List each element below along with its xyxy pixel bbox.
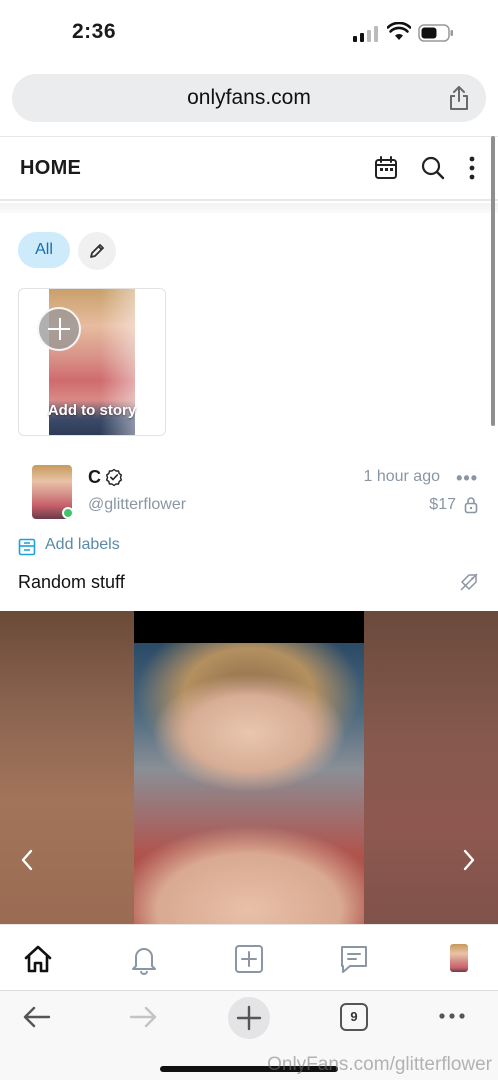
- more-vertical-icon[interactable]: [460, 155, 486, 181]
- post-text: Random stuff: [18, 572, 125, 592]
- scrollbar[interactable]: [491, 136, 495, 426]
- profile-avatar-tab[interactable]: [450, 944, 468, 972]
- page-title: HOME: [20, 157, 82, 179]
- author-handle[interactable]: @glitterflower: [88, 496, 186, 514]
- new-tab-button[interactable]: [228, 997, 270, 1039]
- status-bar: 2:36: [0, 0, 498, 66]
- app-header: HOME: [0, 136, 498, 200]
- plus-icon[interactable]: [37, 307, 81, 351]
- tag-off-icon[interactable]: [460, 573, 478, 591]
- back-arrow-icon[interactable]: [22, 1005, 52, 1029]
- home-icon[interactable]: [22, 943, 54, 975]
- chevron-left-icon[interactable]: [20, 849, 34, 871]
- media-blur-left: [0, 611, 134, 924]
- address-bar[interactable]: onlyfans.com: [12, 74, 486, 122]
- online-status-dot: [62, 507, 74, 519]
- post-more-icon[interactable]: •••: [456, 468, 478, 489]
- share-icon[interactable]: [448, 85, 470, 111]
- watermark: OnlyFans.com/glitterflower: [267, 1054, 492, 1075]
- app-tab-bar: [0, 924, 498, 990]
- label-box-icon: [18, 538, 36, 556]
- media-blur-right: [364, 611, 498, 924]
- add-post-icon[interactable]: [233, 943, 265, 975]
- edit-filters-button[interactable]: [78, 232, 116, 270]
- add-story-card[interactable]: Add to story: [18, 288, 166, 436]
- post-media[interactable]: [0, 611, 498, 924]
- filter-all-chip[interactable]: All: [18, 232, 70, 268]
- signal-icon: [353, 26, 378, 42]
- bell-icon[interactable]: [128, 943, 160, 975]
- verified-icon: [106, 468, 122, 486]
- forward-arrow-icon[interactable]: [128, 1005, 158, 1029]
- more-horizontal-icon[interactable]: [438, 1011, 468, 1021]
- lock-icon: [464, 497, 478, 514]
- add-story-label: Add to story: [47, 402, 137, 419]
- messages-icon[interactable]: [338, 943, 370, 975]
- calendar-icon[interactable]: [373, 155, 399, 181]
- post-price: $17: [429, 496, 456, 513]
- add-labels-text[interactable]: Add labels: [45, 536, 120, 554]
- media-photo[interactable]: [134, 643, 364, 924]
- url-text[interactable]: onlyfans.com: [12, 86, 486, 110]
- author-name[interactable]: C: [88, 467, 101, 488]
- wifi-icon: [387, 22, 411, 40]
- status-time: 2:36: [72, 20, 117, 43]
- battery-icon: [418, 24, 453, 42]
- header-shadow: [0, 203, 498, 213]
- header-divider: [0, 199, 498, 201]
- media-letterbox: [134, 611, 364, 643]
- plus-icon: [236, 1005, 262, 1031]
- chevron-right-icon[interactable]: [462, 849, 476, 871]
- search-icon[interactable]: [420, 155, 446, 181]
- tabs-count-button[interactable]: 9: [340, 1003, 368, 1031]
- post-timestamp: 1 hour ago: [363, 468, 440, 485]
- pencil-icon: [90, 244, 104, 258]
